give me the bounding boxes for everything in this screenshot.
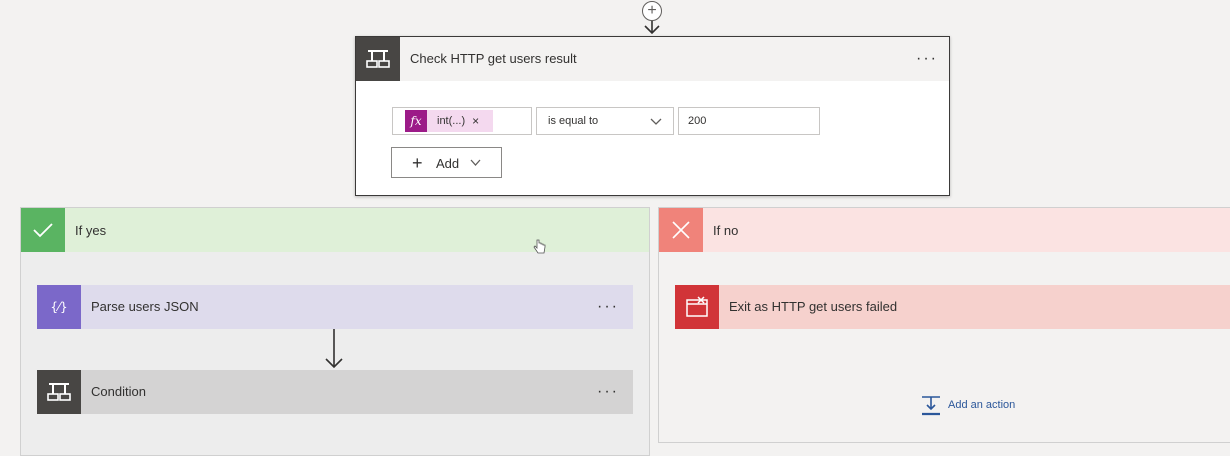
action-title: Exit as HTTP get users failed [729,299,898,314]
chevron-down-icon [470,159,481,166]
condition-card-title: Check HTTP get users result [410,51,577,66]
exit-http-failed-action[interactable]: Exit as HTTP get users failed [675,285,1230,329]
condition-icon [356,37,400,81]
remove-token-icon[interactable]: × [472,114,479,128]
parse-users-json-action[interactable]: {⁄} Parse users JSON ··· [37,285,633,329]
condition-more-menu[interactable]: ··· [916,51,938,67]
if-yes-header[interactable]: If yes [21,208,649,252]
expression-token-label: int(...) [437,115,466,127]
if-no-title: If no [713,223,739,238]
condition-icon [37,370,81,414]
operator-select[interactable]: is equal to [536,107,674,135]
hand-cursor-icon [533,239,546,254]
parse-json-icon: {⁄} [37,285,81,329]
close-icon [659,208,703,252]
add-an-action-link[interactable]: Add an action [920,393,1015,417]
value-input-text: 200 [688,115,707,127]
expression-field[interactable]: fx int(...) × [392,107,532,135]
condition-action[interactable]: Condition ··· [37,370,633,414]
action-more-menu[interactable]: ··· [597,299,619,315]
add-an-action-label: Add an action [948,399,1016,411]
down-arrow-icon [325,329,343,369]
if-yes-title: If yes [75,223,107,238]
condition-card-header[interactable]: Check HTTP get users result ··· [356,37,949,81]
checkmark-icon [21,208,65,252]
add-row-button[interactable]: + Add [391,147,502,178]
value-input[interactable]: 200 [678,107,820,135]
operator-selected-value: is equal to [548,115,599,127]
chevron-down-icon [650,118,662,125]
svg-text:{⁄}: {⁄} [50,300,67,314]
down-arrow-icon [644,21,660,35]
action-title: Condition [91,384,146,399]
expression-token[interactable]: fx int(...) × [405,110,493,132]
condition-card: Check HTTP get users result ··· fx int(.… [355,36,950,196]
add-action-icon [922,396,940,416]
if-no-header[interactable]: If no [659,208,1230,252]
add-button-label: Add [436,156,460,171]
function-icon: fx [405,110,427,132]
plus-icon: + [412,153,423,173]
terminate-icon [675,285,719,329]
action-more-menu[interactable]: ··· [597,384,619,400]
if-no-branch: If no Exit as HTTP get users failed Add … [658,207,1230,443]
if-yes-branch: If yes {⁄} Parse users JSON ··· Conditio… [20,207,650,456]
action-title: Parse users JSON [91,299,199,314]
